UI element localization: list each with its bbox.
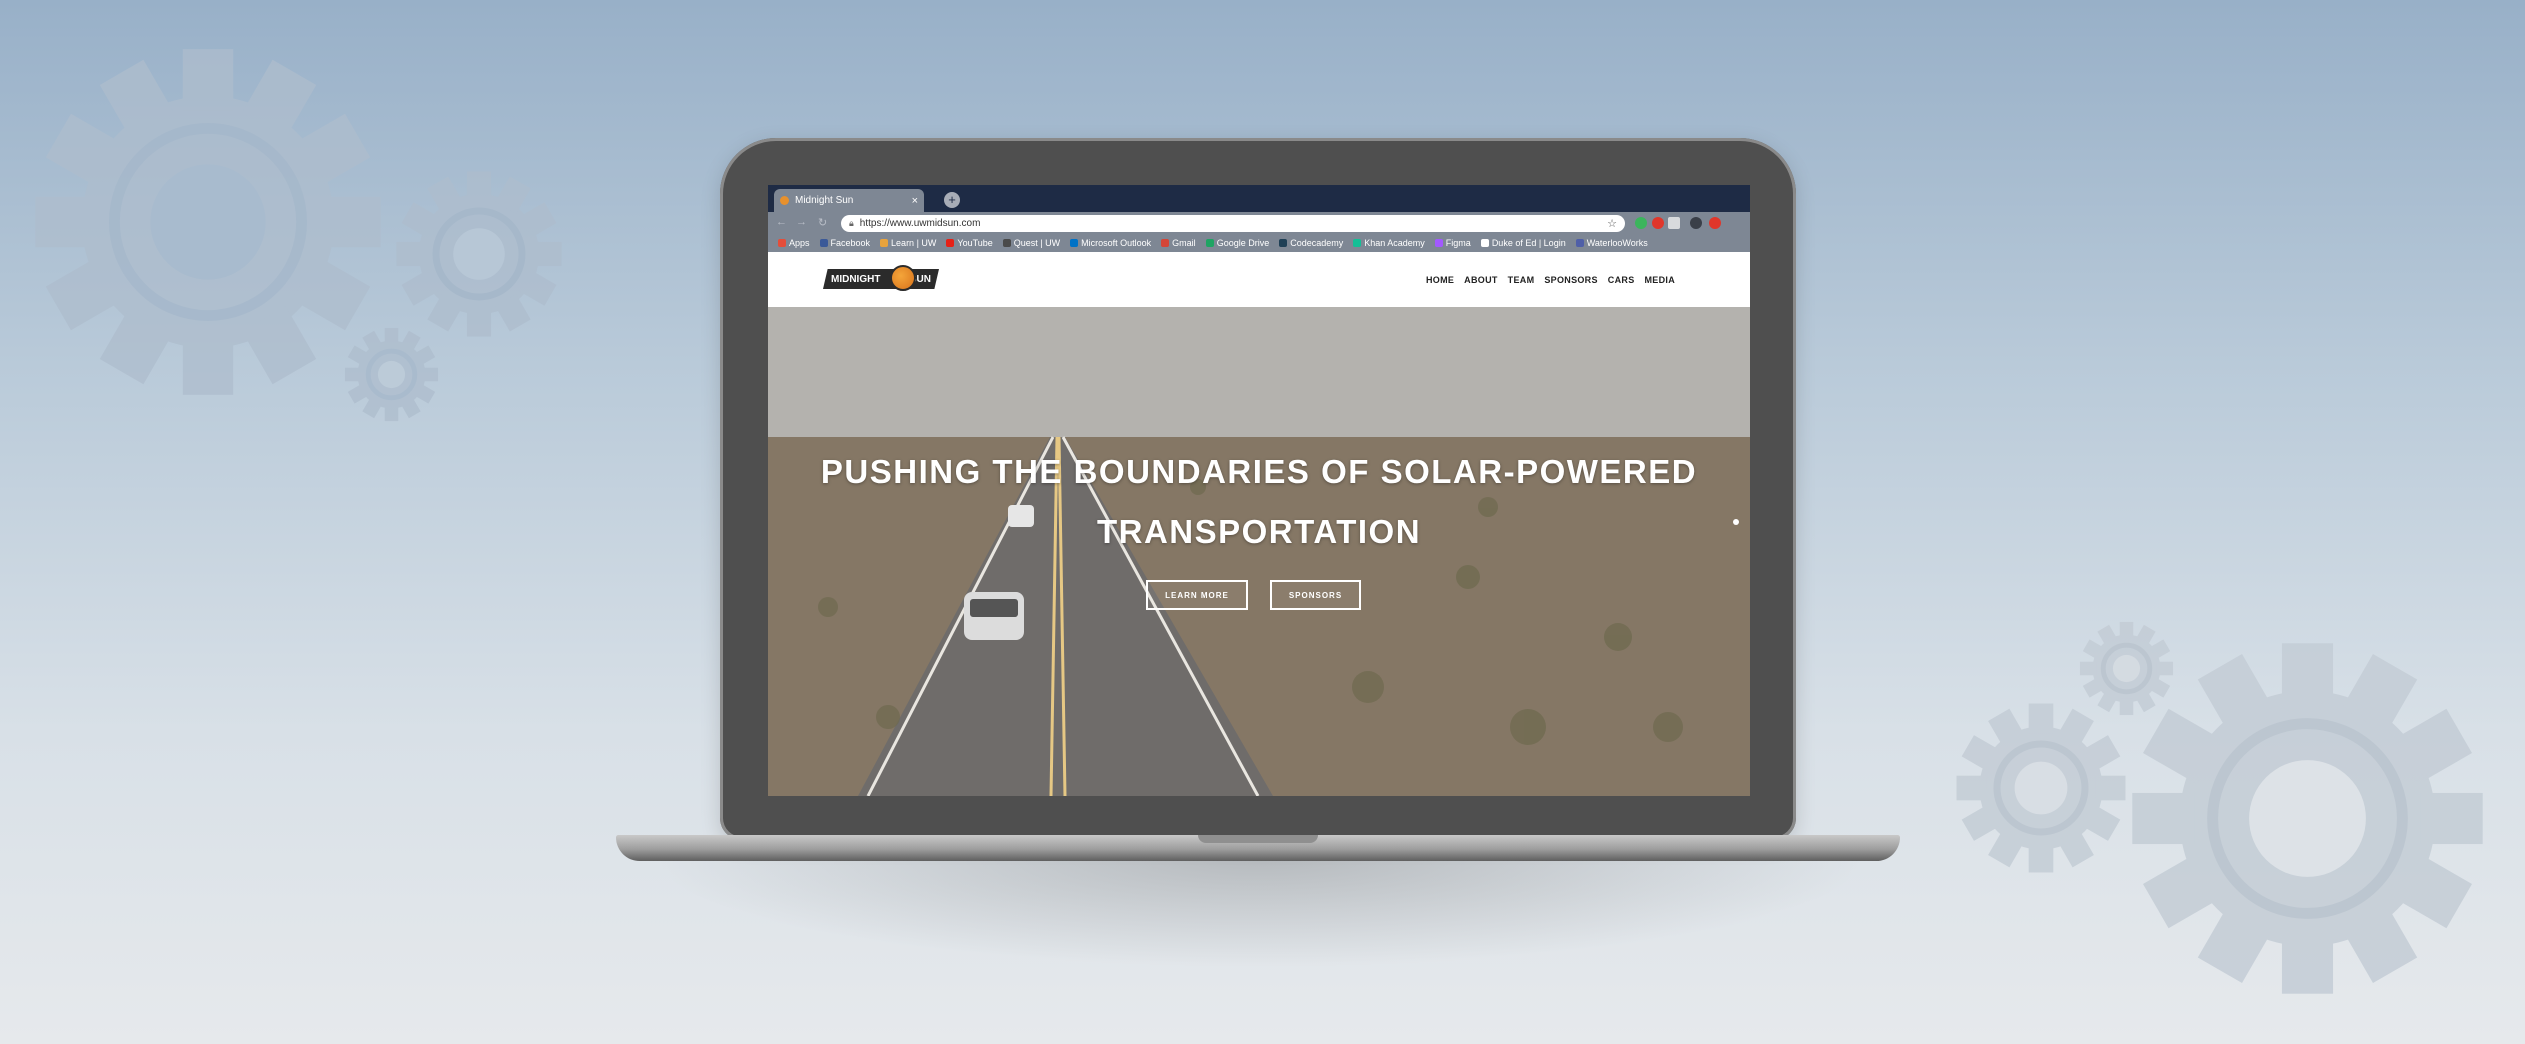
outlook-icon <box>1070 239 1079 247</box>
sponsors-button[interactable]: SPONSORS <box>1270 580 1361 610</box>
hero-section: PUSHING THE BOUNDARIES OF SOLAR-POWERED … <box>768 307 1750 796</box>
extension-icon[interactable] <box>1709 217 1721 229</box>
extension-icon[interactable] <box>1668 217 1680 229</box>
hero-title-line1: PUSHING THE BOUNDARIES OF SOLAR-POWERED <box>820 453 1698 490</box>
lock-icon: 🔒︎ <box>849 218 854 228</box>
duke-of-ed-icon <box>1480 239 1489 247</box>
site-header: MIDNIGHT SUN HOME ABOUT TEAM SPONSORS CA… <box>768 252 1750 307</box>
bookmark-item[interactable]: YouTube <box>946 238 993 248</box>
back-icon[interactable]: ← <box>776 216 787 228</box>
slider-dot[interactable] <box>1733 519 1739 525</box>
learn-uw-icon <box>880 239 889 247</box>
menu-media[interactable]: MEDIA <box>1645 275 1676 285</box>
browser-toolbar: ← → ↻ 🔒︎ https://www.uwmidsun.com ☆ <box>768 212 1750 234</box>
facebook-icon <box>819 239 828 247</box>
bookmark-item[interactable]: Facebook <box>819 238 870 248</box>
bookmark-item[interactable]: Learn | UW <box>880 238 936 248</box>
bookmark-item[interactable]: Codecademy <box>1279 238 1343 248</box>
bookmark-item[interactable]: Apps <box>778 238 810 248</box>
bookmark-item[interactable]: Gmail <box>1161 238 1196 248</box>
waterlooworks-icon <box>1575 239 1584 247</box>
menu-about[interactable]: ABOUT <box>1464 275 1498 285</box>
laptop-notch <box>1198 835 1318 843</box>
gear-icon <box>393 168 565 340</box>
star-icon[interactable]: ☆ <box>1607 217 1617 230</box>
laptop-shadow <box>650 858 1870 968</box>
learn-more-button[interactable]: LEARN MORE <box>1146 580 1248 610</box>
bookmark-item[interactable]: Microsoft Outlook <box>1070 238 1151 248</box>
bookmarks-bar: Apps Facebook Learn | UW YouTube Quest |… <box>768 234 1750 252</box>
extension-icon[interactable] <box>1652 217 1664 229</box>
quest-icon <box>1002 239 1011 247</box>
logo-text-left: MIDNIGHT <box>831 273 881 285</box>
forward-icon[interactable]: → <box>796 216 807 228</box>
bookmark-item[interactable]: WaterlooWorks <box>1575 238 1648 248</box>
close-icon[interactable]: × <box>912 195 918 207</box>
google-drive-icon <box>1205 239 1214 247</box>
khan-academy-icon <box>1353 239 1362 247</box>
profile-icon[interactable] <box>1690 217 1702 229</box>
bookmark-item[interactable]: Khan Academy <box>1353 238 1425 248</box>
sun-icon <box>890 265 916 291</box>
gear-icon <box>343 326 440 423</box>
site-logo[interactable]: MIDNIGHT SUN <box>823 269 939 289</box>
bookmark-item[interactable]: Google Drive <box>1205 238 1269 248</box>
url-text[interactable]: https://www.uwmidsun.com <box>860 218 1601 229</box>
browser-tab[interactable]: Midnight Sun × <box>774 189 924 212</box>
favicon-icon <box>780 196 789 205</box>
address-bar[interactable]: 🔒︎ https://www.uwmidsun.com ☆ <box>841 215 1625 232</box>
menu-sponsors[interactable]: SPONSORS <box>1544 275 1597 285</box>
hero-title: PUSHING THE BOUNDARIES OF SOLAR-POWERED … <box>768 442 1750 562</box>
hero-title-line2: TRANSPORTATION <box>1096 513 1422 550</box>
gear-icon <box>1953 700 2129 876</box>
bookmark-item[interactable]: Duke of Ed | Login <box>1480 238 1566 248</box>
extension-icon[interactable] <box>1635 217 1647 229</box>
site-menu: HOME ABOUT TEAM SPONSORS CARS MEDIA <box>1426 275 1675 285</box>
gear-icon <box>28 42 388 402</box>
reload-icon[interactable]: ↻ <box>818 216 827 229</box>
tab-bar: Midnight Sun × + <box>768 185 1750 212</box>
tab-title: Midnight Sun <box>795 195 854 206</box>
new-tab-button[interactable]: + <box>944 192 960 208</box>
bookmark-item[interactable]: Figma <box>1434 238 1471 248</box>
gear-icon <box>2125 636 2490 1001</box>
laptop-screen: Midnight Sun × + ← → ↻ 🔒︎ https://www.uw… <box>768 185 1750 796</box>
codecademy-icon <box>1279 239 1288 247</box>
apps-icon <box>778 239 786 247</box>
youtube-icon <box>946 239 955 247</box>
bookmark-item[interactable]: Quest | UW <box>1002 238 1060 248</box>
gmail-icon <box>1161 239 1170 247</box>
menu-home[interactable]: HOME <box>1426 275 1454 285</box>
menu-cars[interactable]: CARS <box>1608 275 1635 285</box>
menu-team[interactable]: TEAM <box>1508 275 1535 285</box>
figma-icon <box>1434 239 1443 247</box>
